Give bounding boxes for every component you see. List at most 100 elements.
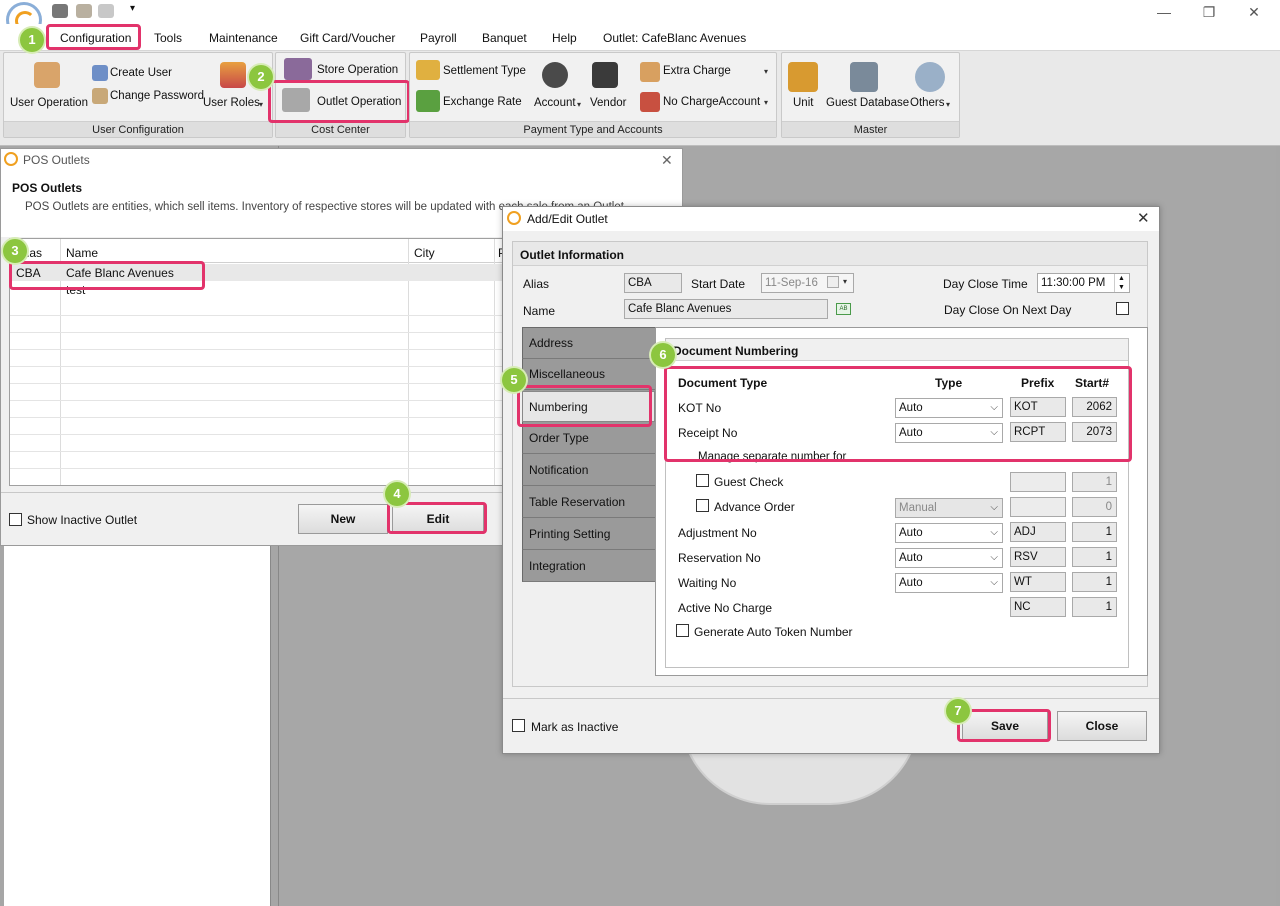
step-badge-6: 6	[651, 343, 675, 367]
adjustment-start-field[interactable]: 1	[1072, 522, 1117, 542]
waiting-start-field[interactable]: 1	[1072, 572, 1117, 592]
calendar-icon[interactable]	[827, 276, 839, 288]
exchange-rate-button[interactable]: Exchange Rate	[443, 96, 522, 108]
col-name[interactable]: Name	[66, 246, 98, 260]
no-charge-account-button[interactable]: No ChargeAccount	[663, 96, 760, 108]
account-dropdown-icon[interactable]: ▾	[577, 100, 581, 109]
adjustment-prefix-field[interactable]: ADJ	[1010, 522, 1066, 542]
user-roles-dropdown-icon[interactable]: ▾	[259, 100, 263, 109]
qat-dropdown-icon[interactable]: ▾	[130, 3, 135, 14]
restore-button[interactable]: ❐	[1197, 2, 1221, 22]
reservation-prefix-field[interactable]: RSV	[1010, 547, 1066, 567]
user-roles-icon	[220, 62, 246, 88]
no-charge-account-icon	[640, 92, 660, 112]
show-inactive-label: Show Inactive Outlet	[27, 513, 138, 527]
tab-integration[interactable]: Integration	[522, 551, 655, 582]
step-badge-3: 3	[3, 239, 27, 263]
guest-check-checkbox[interactable]	[696, 474, 709, 487]
user-roles-button[interactable]: User Roles	[203, 97, 260, 109]
minimize-button[interactable]: —	[1152, 2, 1176, 22]
settlement-type-button[interactable]: Settlement Type	[443, 65, 526, 77]
tab-order-type[interactable]: Order Type	[522, 423, 655, 454]
create-user-button[interactable]: Create User	[110, 67, 172, 79]
pos-window-close-icon[interactable]: ✕	[661, 149, 673, 171]
section-title: Outlet Information	[520, 248, 624, 262]
reservation-type-select[interactable]: Auto ⌵	[895, 548, 1003, 568]
dialog-close-icon[interactable]: ✕	[1137, 209, 1150, 227]
menu-tools[interactable]: Tools	[154, 28, 182, 48]
menu-configuration[interactable]: Configuration	[60, 28, 131, 48]
vendor-button[interactable]: Vendor	[590, 97, 626, 109]
qat-icon-3[interactable]	[98, 4, 114, 18]
alias-label: Alias	[523, 277, 550, 291]
unit-button[interactable]: Unit	[793, 97, 813, 109]
waiting-type-value: Auto	[899, 577, 923, 589]
close-button[interactable]: ✕	[1242, 2, 1266, 22]
doc-numbering-title: Document Numbering	[673, 344, 799, 358]
others-icon	[915, 62, 945, 92]
start-date-dropdown-icon[interactable]: ▾	[843, 277, 847, 286]
dialog-icon	[507, 211, 521, 225]
new-button[interactable]: New	[298, 504, 388, 534]
advance-order-checkbox[interactable]	[696, 499, 709, 512]
guest-check-prefix-field[interactable]	[1010, 472, 1066, 492]
advance-order-label: Advance Order	[714, 500, 795, 514]
guest-check-label: Guest Check	[714, 475, 784, 489]
advance-order-prefix-field[interactable]	[1010, 497, 1066, 517]
show-inactive-checkbox[interactable]	[9, 513, 22, 526]
qat-icon-1[interactable]	[52, 4, 68, 18]
active-no-charge-prefix-field[interactable]: NC	[1010, 597, 1066, 617]
outlet-operation-icon	[282, 88, 310, 112]
day-close-next-checkbox[interactable]	[1116, 302, 1129, 315]
others-button[interactable]: Others	[910, 97, 945, 109]
tab-printing-setting[interactable]: Printing Setting	[522, 519, 655, 550]
advance-order-type-select[interactable]: Manual ⌵	[895, 498, 1003, 518]
active-no-charge-start-field[interactable]: 1	[1072, 597, 1117, 617]
waiting-prefix-field[interactable]: WT	[1010, 572, 1066, 592]
account-button[interactable]: Account	[534, 97, 576, 109]
step-badge-4: 4	[385, 482, 409, 506]
store-operation-button[interactable]: Store Operation	[317, 64, 398, 76]
no-charge-account-dropdown-icon[interactable]: ▾	[764, 98, 768, 107]
qat-icon-2[interactable]	[76, 4, 92, 18]
start-date-field[interactable]: 11-Sep-16	[761, 273, 854, 293]
reservation-start-field[interactable]: 1	[1072, 547, 1117, 567]
dialog-titlebar: Add/Edit Outlet ✕	[503, 207, 1159, 231]
outlet-operation-button[interactable]: Outlet Operation	[317, 96, 401, 108]
mark-inactive-checkbox[interactable]	[512, 719, 525, 732]
tab-address[interactable]: Address	[522, 328, 655, 359]
day-close-next-label: Day Close On Next Day	[944, 303, 1072, 317]
vendor-icon	[592, 62, 618, 88]
tab-notification[interactable]: Notification	[522, 455, 655, 486]
close-dialog-button[interactable]: Close	[1057, 711, 1147, 741]
col-city[interactable]: City	[414, 246, 435, 260]
waiting-type-select[interactable]: Auto ⌵	[895, 573, 1003, 593]
change-password-button[interactable]: Change Password	[110, 90, 204, 102]
menu-banquet[interactable]: Banquet	[482, 28, 527, 48]
extra-charge-dropdown-icon[interactable]: ▾	[764, 67, 768, 76]
start-date-label: Start Date	[691, 277, 746, 291]
user-operation-button[interactable]: User Operation	[10, 97, 88, 109]
tab-table-reservation[interactable]: Table Reservation	[522, 487, 655, 518]
menu-maintenance[interactable]: Maintenance	[209, 28, 278, 48]
group-label: Master	[782, 121, 959, 137]
guest-database-button[interactable]: Guest Database	[826, 97, 909, 109]
save-button-highlight	[957, 709, 1051, 742]
menu-gift-card[interactable]: Gift Card/Voucher	[300, 28, 395, 48]
menu-help[interactable]: Help	[552, 28, 577, 48]
menu-payroll[interactable]: Payroll	[420, 28, 457, 48]
guest-check-start-field[interactable]: 1	[1072, 472, 1117, 492]
waiting-label: Waiting No	[678, 576, 737, 590]
others-dropdown-icon[interactable]: ▾	[946, 100, 950, 109]
time-spinner-icon[interactable]: ▲ ▼	[1114, 274, 1128, 292]
title-bar: ▾ — ❐ ✕	[0, 0, 1280, 38]
advance-order-start-field[interactable]: 0	[1072, 497, 1117, 517]
auto-token-checkbox[interactable]	[676, 624, 689, 637]
alias-field[interactable]: CBA	[624, 273, 682, 293]
adjustment-type-select[interactable]: Auto ⌵	[895, 523, 1003, 543]
extra-charge-button[interactable]: Extra Charge	[663, 65, 731, 77]
translate-icon[interactable]: AB	[836, 303, 851, 315]
day-close-time-label: Day Close Time	[943, 277, 1028, 291]
name-field[interactable]: Cafe Blanc Avenues	[624, 299, 828, 319]
step-badge-2: 2	[249, 65, 273, 89]
